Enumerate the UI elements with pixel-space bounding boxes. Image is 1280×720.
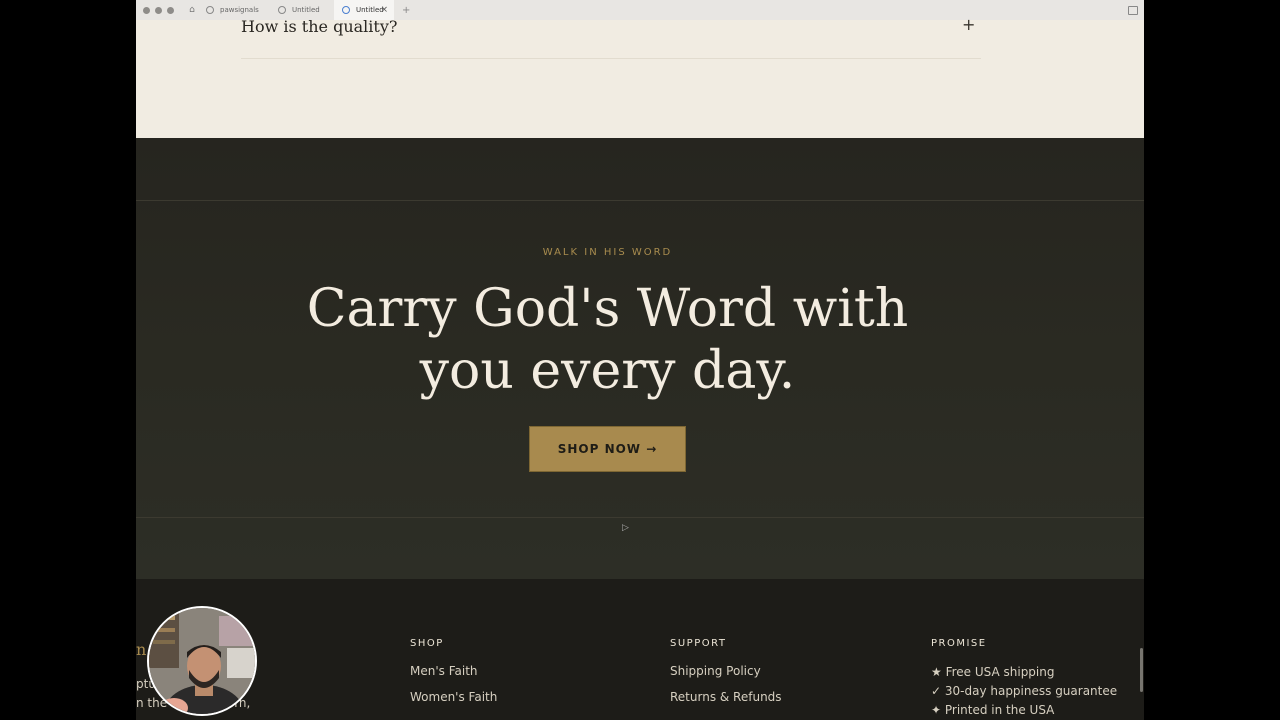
window-controls (143, 6, 174, 14)
minimize-window-button[interactable] (155, 6, 162, 14)
browser-window: ⌂ pawsignals Untitled Untitled × + How i… (136, 0, 1144, 720)
footer-link-womens-faith[interactable]: Women's Faith (410, 690, 497, 704)
zoom-window-button[interactable] (167, 6, 174, 14)
webcam-presenter-avatar (147, 606, 257, 716)
divider (136, 200, 1144, 201)
footer-promise-heading: PROMISE (931, 638, 987, 649)
home-icon[interactable]: ⌂ (186, 5, 198, 15)
footer-link-returns-refunds[interactable]: Returns & Refunds (670, 690, 782, 704)
hero-headline-line-1: Carry God's Word with (306, 279, 909, 339)
tab-favicon-icon (278, 6, 286, 14)
promise-item-guarantee: ✓ 30-day happiness guarantee (931, 684, 1118, 698)
mouse-cursor-icon: ▷ (622, 523, 629, 533)
promise-item-printed: ✦ Printed in the USA (931, 703, 1055, 717)
close-window-button[interactable] (143, 6, 150, 14)
hero-eyebrow: WALK IN HIS WORD (542, 247, 673, 258)
new-tab-button[interactable]: + (402, 5, 410, 16)
footer-shop-heading: SHOP (410, 638, 444, 649)
page-scrollbar[interactable] (1140, 648, 1143, 692)
divider (241, 58, 981, 59)
expand-plus-icon[interactable]: + (962, 15, 975, 34)
hero-headline-line-2: you every day. (419, 341, 796, 401)
footer-link-mens-faith[interactable]: Men's Faith (410, 664, 478, 678)
divider (136, 517, 1144, 518)
promise-item-shipping: ★ Free USA shipping (931, 665, 1055, 679)
hero-headline: Carry God's Word with you every day. (136, 278, 1079, 402)
tab-favicon-icon (206, 6, 214, 14)
tab-label: pawsignals (220, 6, 259, 14)
footer-support-heading: SUPPORT (670, 638, 727, 649)
tab-label: Untitled (292, 6, 320, 14)
shop-now-button[interactable]: SHOP NOW → (529, 426, 686, 472)
faq-section: How is the quality? + (136, 15, 1144, 138)
tab-favicon-icon (342, 6, 350, 14)
cta-hero-section: WALK IN HIS WORD Carry God's Word with y… (136, 138, 1144, 579)
footer-brand[interactable]: n (136, 640, 146, 659)
close-tab-icon[interactable]: × (380, 5, 388, 15)
faq-question[interactable]: How is the quality? (241, 17, 397, 36)
site-footer: n ptur d and n the b to be worn, SHOP Me… (136, 579, 1144, 720)
footer-link-shipping-policy[interactable]: Shipping Policy (670, 664, 761, 678)
sidebar-toggle-icon[interactable] (1128, 6, 1138, 15)
